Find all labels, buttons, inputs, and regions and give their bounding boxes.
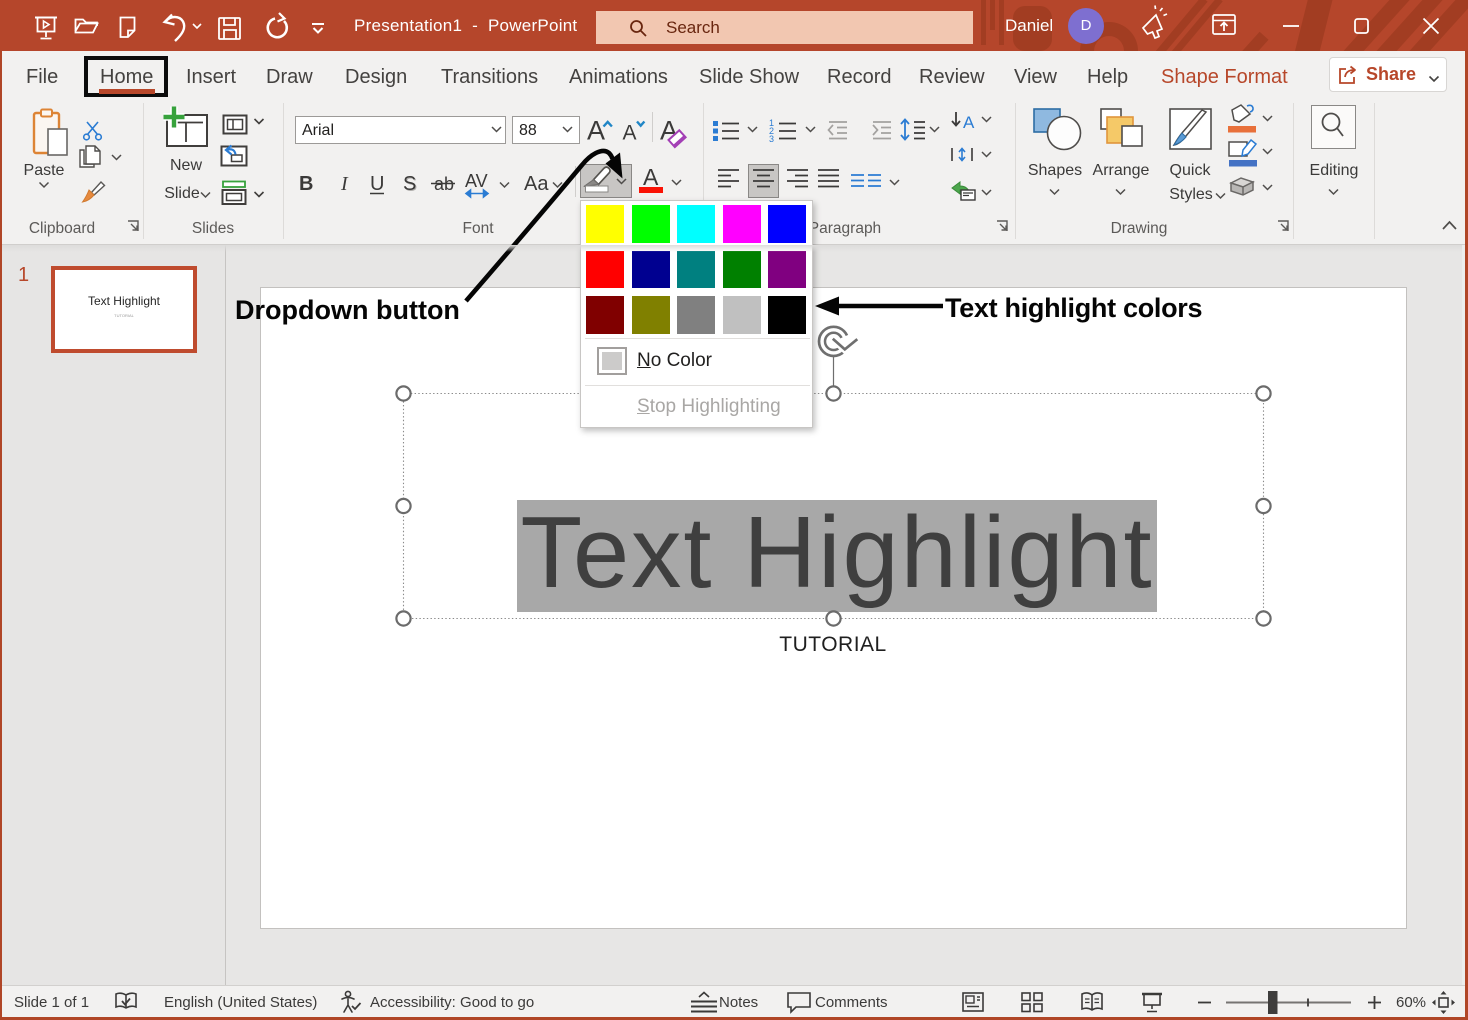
svg-text:AV: AV [465,171,488,191]
svg-text:B: B [299,173,313,195]
svg-text:Paste: Paste [24,162,65,179]
svg-text:88: 88 [519,122,537,139]
svg-text:Quick: Quick [1170,162,1212,179]
svg-text:S: S [403,173,416,195]
svg-text:3: 3 [769,134,774,144]
svg-text:A: A [643,164,659,190]
svg-text:U: U [370,173,384,195]
svg-text:New: New [170,157,202,174]
svg-text:Slide: Slide [164,185,200,202]
svg-text:I: I [340,173,349,195]
svg-text:A: A [587,116,605,146]
svg-text:Editing: Editing [1310,162,1359,179]
svg-text:Arial: Arial [302,122,334,139]
svg-text:Arrange: Arrange [1093,162,1150,179]
svg-text:Aa: Aa [524,173,549,195]
svg-text:A: A [623,122,637,145]
svg-text:Shapes: Shapes [1028,162,1082,179]
svg-text:Styles: Styles [1169,186,1213,203]
svg-text:A: A [963,113,975,132]
